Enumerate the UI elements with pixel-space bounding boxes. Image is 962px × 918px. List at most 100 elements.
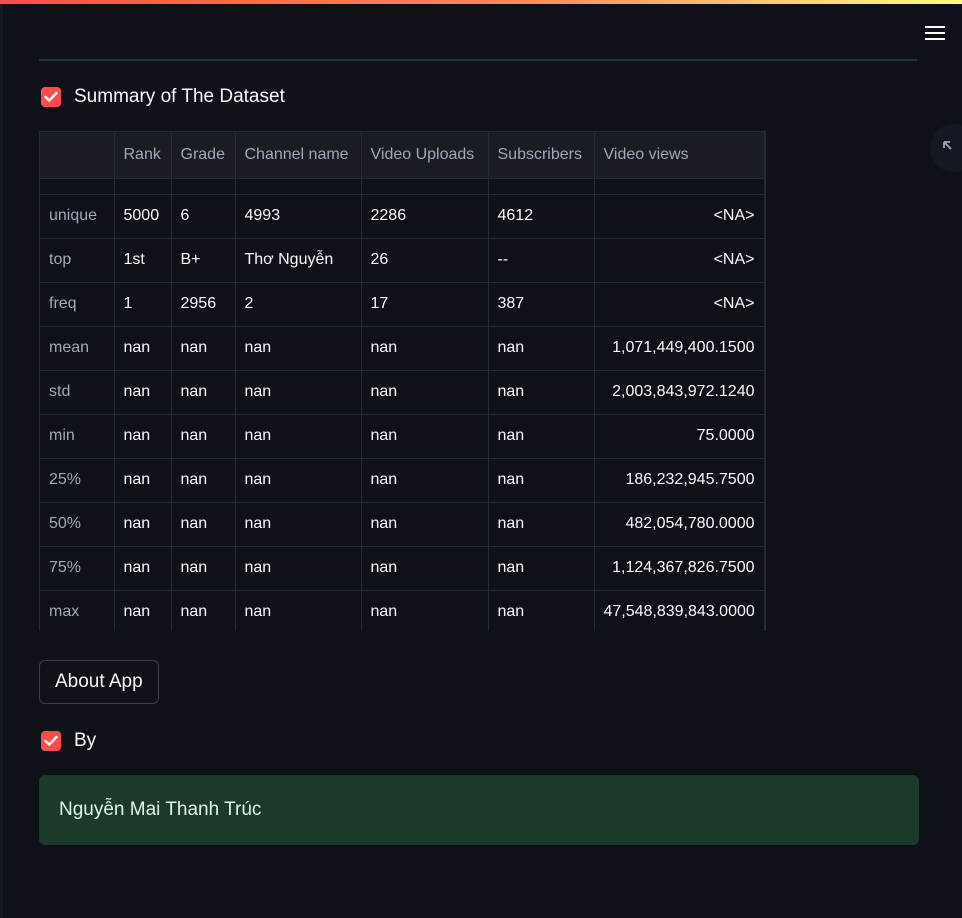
fullscreen-button[interactable] [930, 124, 962, 172]
table-cell[interactable]: nan [488, 326, 595, 371]
column-header-channel-name[interactable]: Channel name [235, 132, 362, 179]
table-cell[interactable]: -- [488, 238, 595, 283]
table-cell[interactable]: 186,232,945.7500 [594, 458, 765, 503]
table-cell[interactable]: nan [171, 458, 236, 503]
section-divider [39, 59, 917, 61]
header-decoration-bar [0, 0, 962, 4]
table-cell[interactable]: 1,071,449,400.1500 [594, 326, 765, 371]
table-cell[interactable]: nan [235, 590, 362, 631]
table-cell[interactable]: nan [171, 326, 236, 371]
table-cell[interactable]: 2956 [171, 282, 236, 327]
table-cell[interactable]: nan [361, 590, 489, 631]
table-cell[interactable]: 75.0000 [594, 414, 765, 459]
table-cell[interactable]: nan [171, 414, 236, 459]
table-cell[interactable]: 4612 [488, 194, 595, 239]
table-row-partial [40, 178, 765, 195]
table-cell[interactable]: nan [171, 502, 236, 547]
table-cell[interactable]: nan [488, 414, 595, 459]
table-row: unique 5000 6 4993 2286 4612 <NA> [40, 194, 765, 239]
table-cell[interactable]: nan [114, 458, 172, 503]
expand-arrows-icon [943, 141, 952, 150]
row-label: 75% [40, 546, 115, 591]
column-header-rank[interactable]: Rank [114, 132, 172, 179]
table-row: 50% nan nan nan nan nan 482,054,780.0000 [40, 502, 765, 547]
by-checkbox[interactable]: By [41, 730, 96, 752]
table-cell[interactable]: nan [361, 326, 489, 371]
row-label: unique [40, 194, 115, 239]
table-row: freq 1 2956 2 17 387 <NA> [40, 282, 765, 327]
checkbox-checked-icon[interactable] [41, 87, 61, 107]
table-cell[interactable]: nan [361, 414, 489, 459]
table-cell[interactable]: nan [488, 458, 595, 503]
table-header-row: Rank Grade Channel name Video Uploads Su… [40, 132, 765, 179]
table-cell[interactable]: 1st [114, 238, 172, 283]
table-cell[interactable]: 1,124,367,826.7500 [594, 546, 765, 591]
table-cell[interactable]: Thơ Nguyễn [235, 238, 362, 283]
table-cell[interactable]: nan [114, 502, 172, 547]
table-cell[interactable]: nan [114, 414, 172, 459]
author-success-box: Nguyễn Mai Thanh Trúc [39, 775, 919, 845]
row-label: top [40, 238, 115, 283]
table-cell[interactable]: nan [235, 326, 362, 371]
table-cell[interactable]: nan [235, 414, 362, 459]
column-header-video-uploads[interactable]: Video Uploads [361, 132, 489, 179]
table-cell[interactable]: 2 [235, 282, 362, 327]
column-header-video-views[interactable]: Video views [594, 132, 765, 179]
column-header-grade[interactable]: Grade [171, 132, 236, 179]
summary-table: Rank Grade Channel name Video Uploads Su… [40, 132, 765, 631]
author-name: Nguyễn Mai Thanh Trúc [59, 799, 262, 820]
table-cell[interactable]: nan [235, 458, 362, 503]
table-cell[interactable]: 1 [114, 282, 172, 327]
table-cell[interactable]: 5000 [114, 194, 172, 239]
summary-checkbox[interactable]: Summary of The Dataset [41, 86, 285, 108]
table-cell[interactable]: nan [114, 326, 172, 371]
row-label: 25% [40, 458, 115, 503]
table-cell[interactable]: 4993 [235, 194, 362, 239]
table-cell[interactable]: nan [488, 546, 595, 591]
main-menu-button[interactable] [922, 20, 948, 46]
table-cell[interactable]: <NA> [594, 282, 765, 327]
about-app-button[interactable]: About App [39, 660, 159, 704]
table-cell[interactable]: 26 [361, 238, 489, 283]
table-cell[interactable]: nan [114, 546, 172, 591]
table-cell[interactable]: nan [361, 546, 489, 591]
table-row: 75% nan nan nan nan nan 1,124,367,826.75… [40, 546, 765, 591]
checkbox-checked-icon[interactable] [41, 731, 61, 751]
app-page: Summary of The Dataset Rank Grade Channe… [0, 0, 962, 918]
table-row: mean nan nan nan nan nan 1,071,449,400.1… [40, 326, 765, 371]
table-cell[interactable]: nan [171, 370, 236, 415]
table-cell[interactable]: nan [488, 590, 595, 631]
table-cell[interactable]: nan [114, 590, 172, 631]
table-cell[interactable]: 387 [488, 282, 595, 327]
table-cell[interactable]: B+ [171, 238, 236, 283]
table-cell[interactable]: <NA> [594, 238, 765, 283]
table-cell[interactable]: nan [361, 458, 489, 503]
column-header-subscribers[interactable]: Subscribers [488, 132, 595, 179]
row-label: min [40, 414, 115, 459]
table-cell[interactable]: 6 [171, 194, 236, 239]
table-cell[interactable]: 47,548,839,843.0000 [594, 590, 765, 631]
table-cell[interactable]: nan [488, 370, 595, 415]
table-row: max nan nan nan nan nan 47,548,839,843.0… [40, 590, 765, 631]
table-cell[interactable]: nan [171, 590, 236, 631]
row-label: 50% [40, 502, 115, 547]
summary-dataframe[interactable]: Rank Grade Channel name Video Uploads Su… [39, 131, 766, 631]
table-cell[interactable]: nan [361, 370, 489, 415]
table-cell[interactable]: <NA> [594, 194, 765, 239]
by-checkbox-label: By [74, 730, 97, 751]
table-cell[interactable]: nan [114, 370, 172, 415]
table-cell[interactable]: nan [361, 502, 489, 547]
table-cell[interactable]: 2,003,843,972.1240 [594, 370, 765, 415]
row-label: std [40, 370, 115, 415]
table-cell[interactable]: 2286 [361, 194, 489, 239]
table-cell[interactable]: nan [235, 546, 362, 591]
table-cell[interactable]: nan [171, 546, 236, 591]
table-cell[interactable]: nan [235, 502, 362, 547]
table-cell[interactable]: nan [235, 370, 362, 415]
row-label: max [40, 590, 115, 631]
table-cell[interactable]: 17 [361, 282, 489, 327]
table-cell[interactable]: 482,054,780.0000 [594, 502, 765, 547]
column-header-index [40, 132, 115, 179]
table-cell[interactable]: nan [488, 502, 595, 547]
table-row: top 1st B+ Thơ Nguyễn 26 -- <NA> [40, 238, 765, 283]
